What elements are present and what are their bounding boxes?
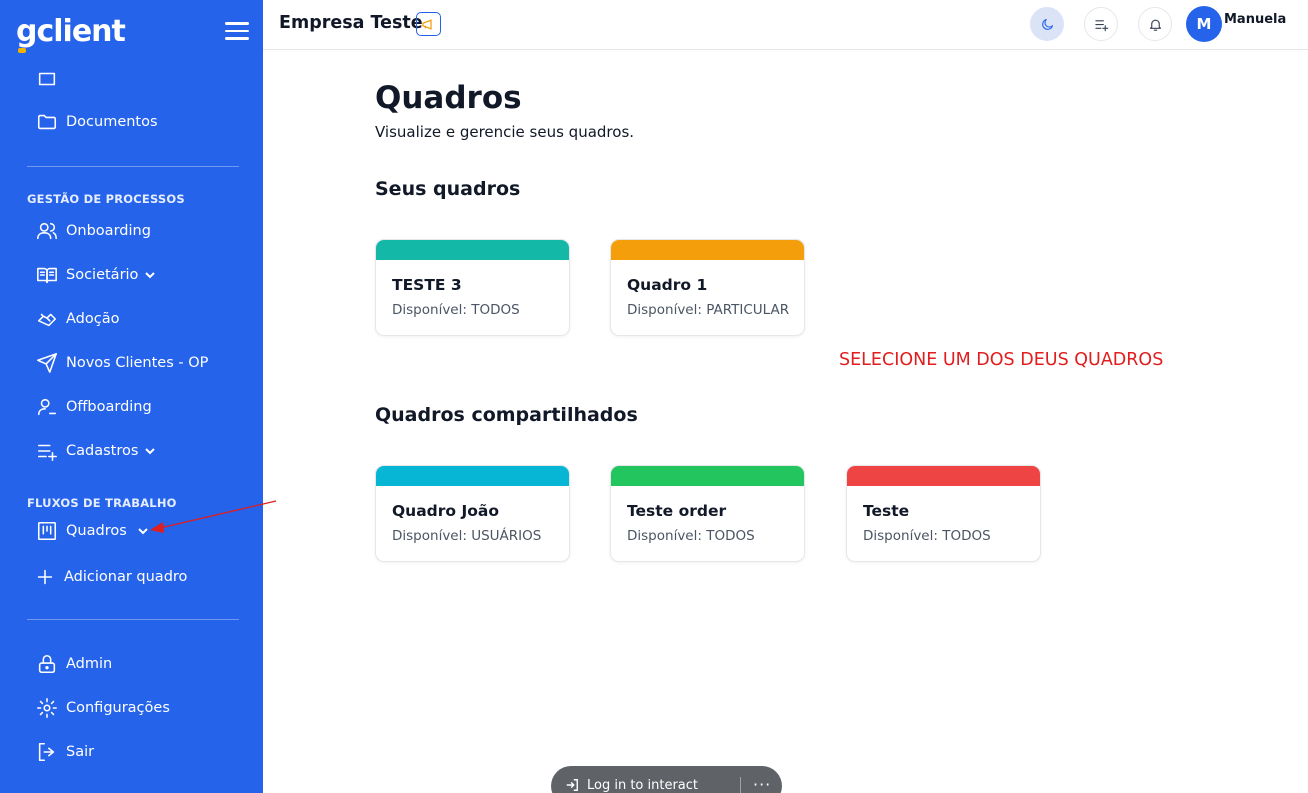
board-color-bar [376,240,569,260]
app-logo[interactable]: gclient [16,14,126,49]
sidebar-item-label: Quadros [66,523,127,539]
book-open-icon [36,264,58,286]
page-subtitle: Visualize e gerencie seus quadros. [375,123,635,141]
sidebar-item-offboarding[interactable]: Offboarding [36,394,152,420]
megaphone-icon[interactable] [416,12,441,36]
board-name: Quadro 1 [627,276,708,294]
page-title: Quadros [375,80,522,116]
chevron-down-icon[interactable] [144,269,156,281]
sidebar-divider [27,166,239,167]
board-name: Teste order [627,502,727,520]
board-name: Quadro João [392,502,499,520]
sidebar-divider [27,619,239,620]
sidebar-item-label: Adoção [66,311,120,327]
login-label: Log in to interact [587,778,699,793]
sidebar-item-label: Offboarding [66,399,152,415]
pill-divider [740,777,741,793]
chevron-down-icon[interactable] [144,445,156,457]
menu-toggle-icon[interactable] [225,22,249,40]
plus-icon [34,566,56,588]
gear-icon [36,697,58,719]
login-icon [565,778,581,792]
sidebar-item-label: Sair [66,744,95,760]
top-bar: Empresa Teste M Manuela [263,0,1308,50]
sidebar-item-configuracoes[interactable]: Configurações [36,695,170,721]
users-icon [36,220,58,242]
sidebar-item-label: Societário [66,267,139,283]
board-color-bar [611,466,804,486]
board-availability: Disponível: TODOS [627,528,755,544]
user-minus-icon [36,396,58,418]
login-to-interact-button[interactable]: Log in to interact ··· [551,766,782,793]
sidebar-item-label: Cadastros [66,443,139,459]
lock-icon [36,653,58,675]
sidebar-item-adicionar-quadro[interactable]: Adicionar quadro [34,564,187,590]
board-color-bar [847,466,1040,486]
board-card[interactable]: TESTE 3 Disponível: TODOS [375,239,570,336]
sidebar-item-cadastros[interactable]: Cadastros [36,438,156,464]
board-availability: Disponível: TODOS [392,302,520,318]
moon-icon [1041,18,1053,30]
section-heading-own: Seus quadros [375,178,521,200]
list-add-button[interactable] [1084,7,1118,41]
board-card[interactable]: Quadro 1 Disponível: PARTICULAR [610,239,805,336]
folder-icon [36,111,58,133]
sidebar-item-label: Configurações [66,700,170,716]
section-title-processos: GESTÃO DE PROCESSOS [27,192,185,206]
sidebar-item-sair[interactable]: Sair [36,739,94,765]
sidebar-item-label: Novos Clientes - OP [66,355,209,371]
sidebar: gclient Documentos GESTÃO DE PROCESSOS O… [0,0,263,793]
sidebar-item-onboarding[interactable]: Onboarding [36,218,151,244]
sidebar-item-documentos[interactable]: Documentos [36,109,158,135]
more-options-icon[interactable]: ··· [753,775,771,793]
notifications-button[interactable] [1138,7,1172,41]
chevron-down-icon[interactable] [137,525,149,537]
company-name[interactable]: Empresa Teste [279,13,423,33]
board-name: TESTE 3 [392,276,462,294]
list-plus-icon [36,440,58,462]
logout-icon [36,741,58,763]
board-availability: Disponível: USUÁRIOS [392,528,542,544]
board-card[interactable]: Quadro João Disponível: USUÁRIOS [375,465,570,562]
list-plus-icon [1094,19,1108,31]
theme-toggle-button[interactable] [1030,7,1064,41]
board-color-bar [376,466,569,486]
board-color-bar [611,240,804,260]
user-name[interactable]: Manuela [1224,12,1286,27]
board-availability: Disponível: PARTICULAR [627,302,790,318]
avatar[interactable]: M [1186,6,1222,42]
send-icon [36,352,58,374]
board-name: Teste [863,502,910,520]
sidebar-item-quadros[interactable]: Quadros [36,518,149,544]
board-card[interactable]: Teste Disponível: TODOS [846,465,1041,562]
annotation-text: SELECIONE UM DOS DEUS QUADROS [839,350,1164,370]
handshake-icon [36,308,58,330]
board-card[interactable]: Teste order Disponível: TODOS [610,465,805,562]
sidebar-item-adocao[interactable]: Adoção [36,306,119,332]
sidebar-item-label: Admin [66,656,113,672]
kanban-icon [36,520,58,542]
sidebar-item-label: Adicionar quadro [64,569,188,585]
bell-icon [1149,19,1161,31]
sidebar-item-label: Onboarding [66,223,151,239]
sidebar-item-admin[interactable]: Admin [36,651,112,677]
sidebar-item-novos-clientes[interactable]: Novos Clientes - OP [36,350,208,376]
sidebar-item-societario[interactable]: Societário [36,262,156,288]
folder-partial-icon [36,68,58,90]
sidebar-item-label: Documentos [66,114,158,130]
sidebar-item-partial[interactable] [36,66,66,92]
section-title-fluxos: FLUXOS DE TRABALHO [27,496,177,510]
section-heading-shared: Quadros compartilhados [375,404,638,426]
board-availability: Disponível: TODOS [863,528,991,544]
